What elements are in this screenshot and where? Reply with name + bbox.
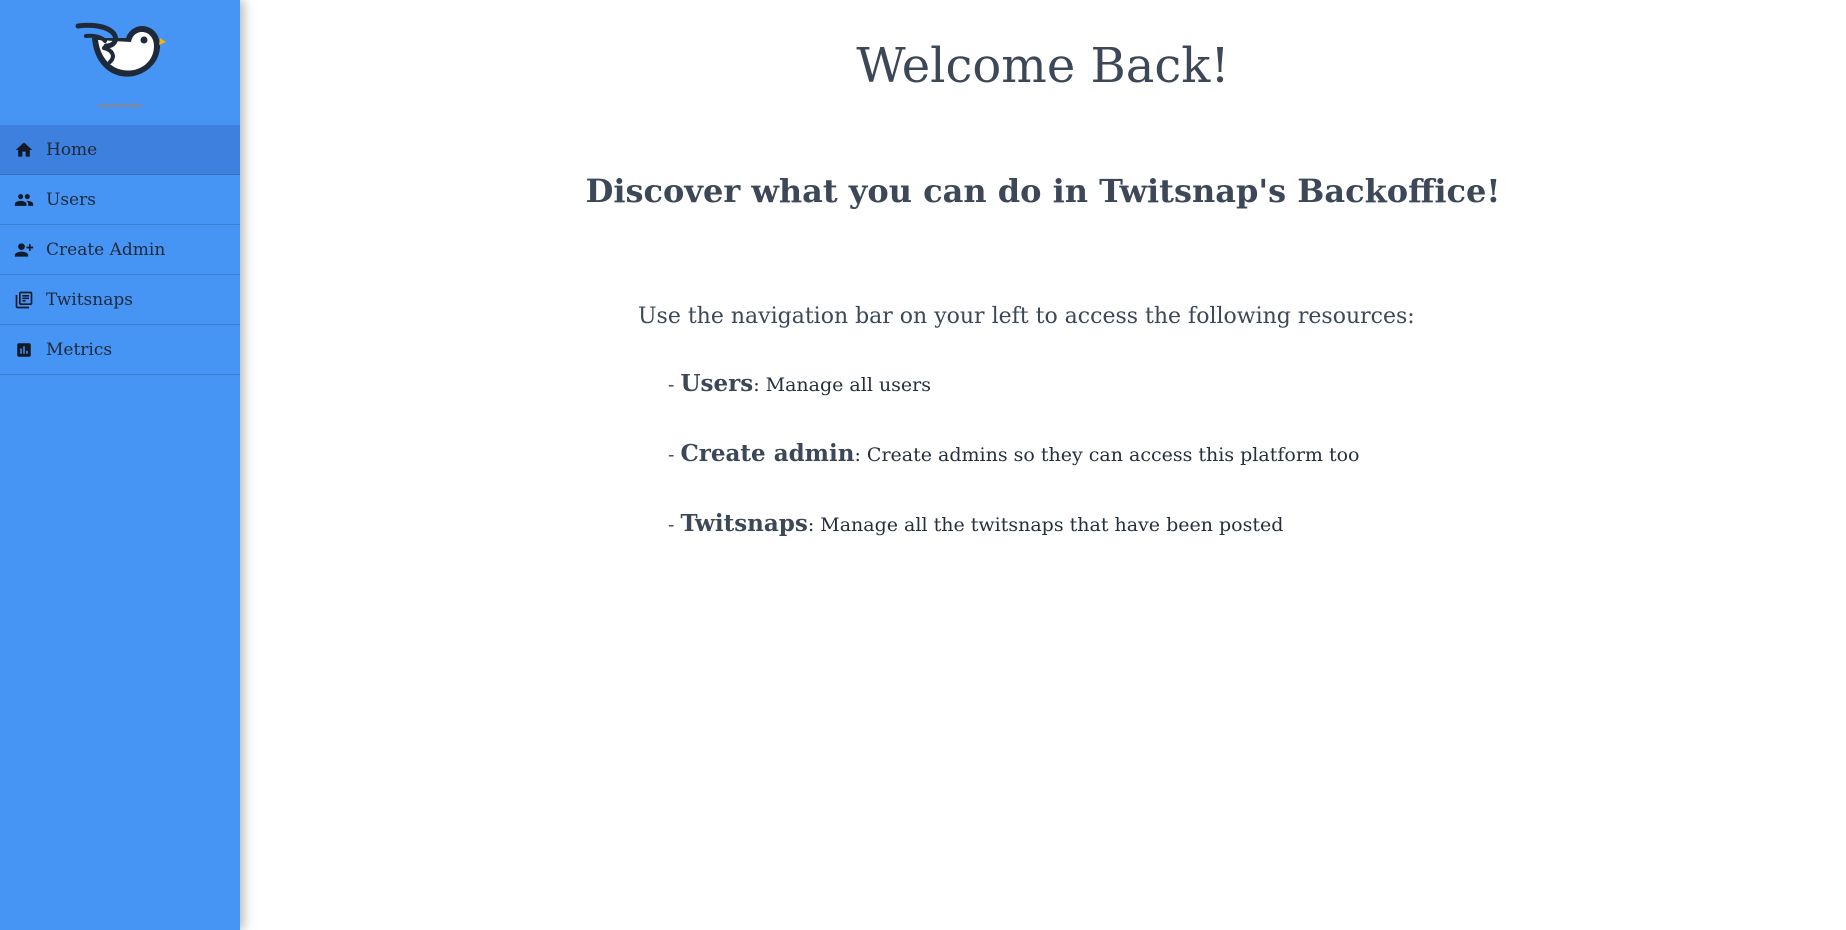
resource-item-create-admin: - Create admin: Create admins so they ca… <box>668 440 1359 510</box>
resource-name: Users <box>680 370 754 397</box>
person-add-icon <box>14 240 34 260</box>
main-content: Welcome Back! Discover what you can do i… <box>240 0 1846 930</box>
sidebar-item-label: Home <box>46 139 98 160</box>
logo-area <box>0 0 240 110</box>
page-subtitle: Discover what you can do in Twitsnap's B… <box>585 172 1501 210</box>
logo-divider <box>98 104 142 107</box>
sidebar-item-label: Create Admin <box>46 239 166 260</box>
sidebar-item-label: Users <box>46 189 96 210</box>
resource-item-users: - Users: Manage all users <box>668 370 1359 440</box>
bird-logo-icon[interactable] <box>74 16 166 84</box>
resource-name: Twitsnaps <box>680 510 808 537</box>
intro-text: Use the navigation bar on your left to a… <box>638 304 1415 329</box>
sidebar-item-label: Twitsnaps <box>46 289 133 310</box>
users-icon <box>14 190 34 210</box>
collections-icon <box>14 290 34 310</box>
page: Home Users Create Admin Twitsnaps Metric… <box>0 0 1846 930</box>
resource-dash: - <box>668 374 681 396</box>
sidebar: Home Users Create Admin Twitsnaps Metric… <box>0 0 240 930</box>
sidebar-item-home[interactable]: Home <box>0 125 240 175</box>
resource-name: Create admin <box>680 440 855 467</box>
resource-list: - Users: Manage all users - Create admin… <box>668 370 1359 580</box>
resource-item-twitsnaps: - Twitsnaps: Manage all the twitsnaps th… <box>668 510 1359 580</box>
resource-description: : Manage all users <box>753 374 932 396</box>
sidebar-nav: Home Users Create Admin Twitsnaps Metric… <box>0 125 240 375</box>
sidebar-item-twitsnaps[interactable]: Twitsnaps <box>0 275 240 325</box>
bar-chart-icon <box>14 340 34 360</box>
resource-dash: - <box>668 444 681 466</box>
page-title: Welcome Back! <box>856 38 1230 94</box>
resource-description: : Create admins so they can access this … <box>854 444 1360 466</box>
sidebar-item-label: Metrics <box>46 339 113 360</box>
sidebar-item-users[interactable]: Users <box>0 175 240 225</box>
resource-description: : Manage all the twitsnaps that have bee… <box>807 514 1284 536</box>
sidebar-item-create-admin[interactable]: Create Admin <box>0 225 240 275</box>
resource-dash: - <box>668 514 681 536</box>
home-icon <box>14 140 34 160</box>
sidebar-item-metrics[interactable]: Metrics <box>0 325 240 375</box>
